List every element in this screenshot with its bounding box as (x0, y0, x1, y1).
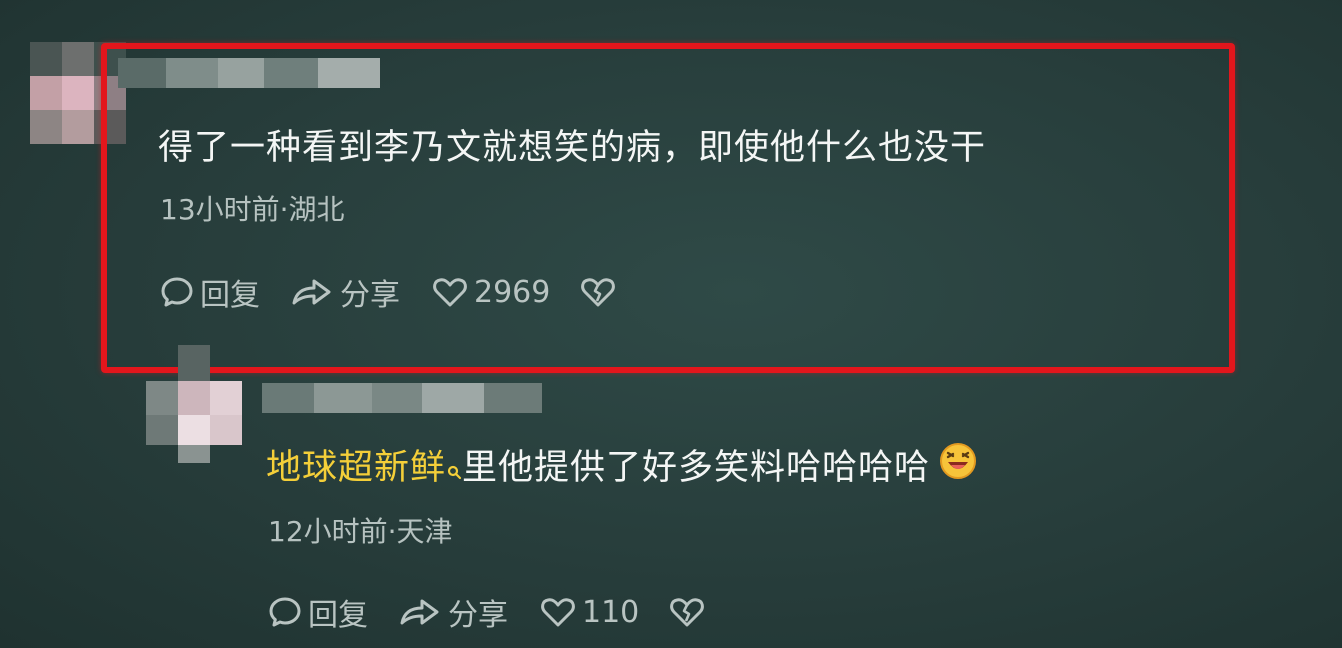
share-button[interactable]: 分享 (290, 270, 400, 314)
reply-like-count: 110 (582, 594, 640, 630)
search-icon (446, 448, 462, 492)
laughing-emoji-icon (938, 441, 978, 492)
comment-bubble-icon (268, 595, 302, 629)
reply-meta: 12小时前·天津 (268, 515, 453, 548)
previous-content-cutoff (60, 0, 360, 10)
reply-button[interactable]: 回复 (160, 270, 260, 314)
reply-label: 回复 (200, 278, 260, 313)
like-count: 2969 (474, 274, 551, 310)
share-arrow-icon (290, 275, 334, 309)
reply-share-button[interactable]: 分享 (398, 590, 508, 634)
dislike-button[interactable] (580, 275, 616, 309)
replier-username-blurred[interactable] (262, 383, 542, 413)
comment-text: 得了一种看到李乃文就想笑的病，即使他什么也没干 (158, 128, 987, 168)
mention-link[interactable]: 地球超新鲜 (266, 448, 446, 488)
share-arrow-icon (398, 595, 442, 629)
comment-actions: 回复 分享 2969 (160, 270, 616, 314)
heart-icon (432, 275, 468, 309)
comment-bubble-icon (160, 275, 194, 309)
reply-actions: 回复 分享 110 (268, 590, 705, 634)
reply-dislike-button[interactable] (669, 595, 705, 629)
reply-text-line: 地球超新鲜 里他提供了好多笑料哈哈哈哈 (266, 442, 978, 492)
reply-reply-label: 回复 (308, 598, 368, 633)
reply-text: 里他提供了好多笑料哈哈哈哈 (462, 448, 931, 488)
reply-share-label: 分享 (448, 598, 508, 633)
comment-meta: 13小时前·湖北 (160, 193, 345, 226)
reply-like-button[interactable]: 110 (540, 595, 639, 630)
broken-heart-icon (669, 595, 705, 629)
share-label: 分享 (340, 278, 400, 313)
heart-icon (540, 595, 576, 629)
like-button[interactable]: 2969 (432, 275, 550, 310)
reply-reply-button[interactable]: 回复 (268, 590, 368, 634)
replier-avatar[interactable] (146, 345, 242, 463)
broken-heart-icon (580, 275, 616, 309)
